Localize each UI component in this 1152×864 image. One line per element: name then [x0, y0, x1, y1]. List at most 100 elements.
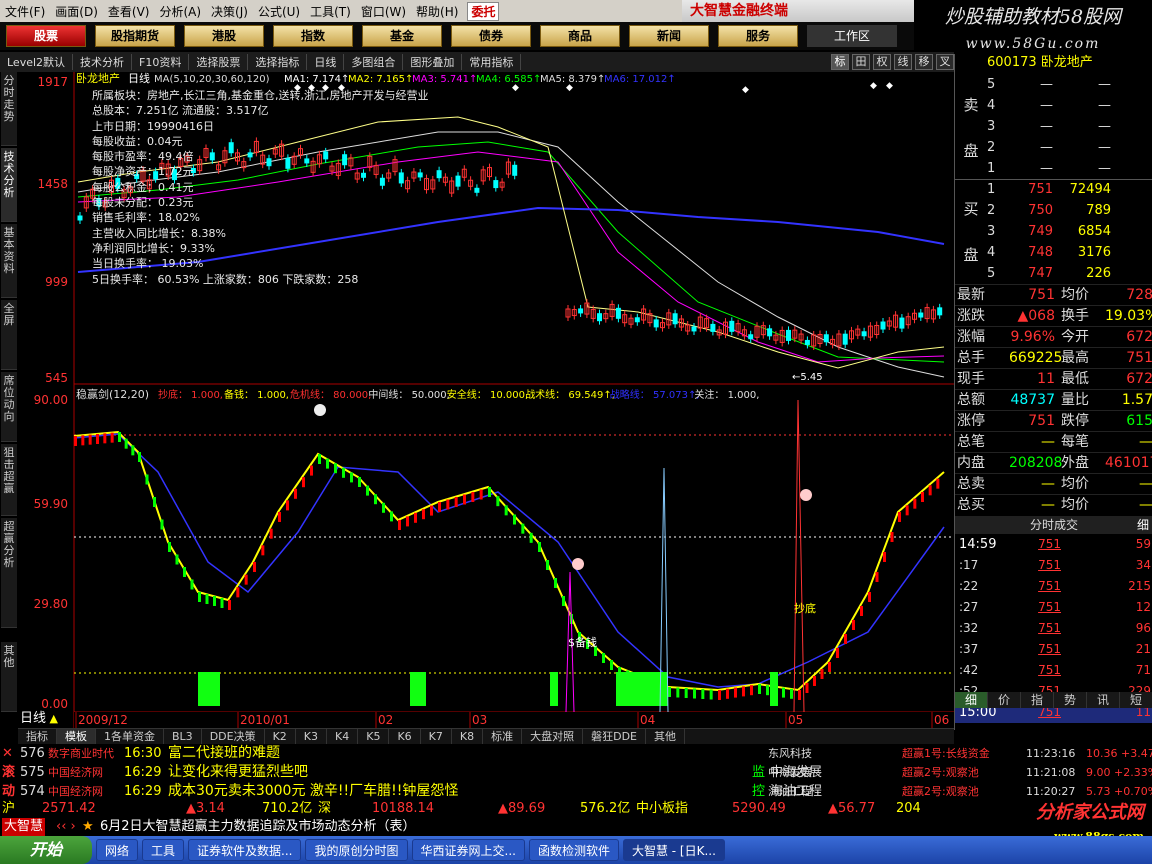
taskbar-item-3[interactable]: 我的原创分时图 [305, 839, 408, 861]
menu-item-5[interactable]: 公式(U) [253, 3, 305, 20]
indicator-tab-2[interactable]: 1各单资金 [96, 729, 164, 744]
menu-item-2[interactable]: 查看(V) [103, 3, 155, 20]
start-button[interactable]: 开始 [0, 836, 92, 864]
nav-button-6[interactable]: 商品 [540, 25, 620, 47]
indicator-tab-7[interactable]: K4 [327, 729, 359, 744]
left-tab-0[interactable]: 分时走势 [1, 72, 17, 146]
left-tab-5[interactable]: 狙击超赢 [1, 444, 17, 516]
toolbar-icon-5[interactable]: 叉 [936, 54, 954, 70]
toolbar-item-8[interactable]: 常用指标 [462, 54, 522, 70]
toolbar-item-4[interactable]: 选择指标 [248, 54, 308, 70]
menu-item-0[interactable]: 文件(F) [0, 3, 50, 20]
tick-header[interactable]: 分时成交 细 [955, 516, 1152, 534]
nav-button-2[interactable]: 港股 [184, 25, 264, 47]
indicator-tab-12[interactable]: 标准 [483, 729, 523, 744]
toolbar-item-3[interactable]: 选择股票 [189, 54, 249, 70]
tick-detail-button[interactable]: 细 [1137, 516, 1149, 534]
nav-button-5[interactable]: 债券 [451, 25, 531, 47]
sell-row[interactable]: 5 — — [955, 74, 1152, 95]
taskbar-item-0[interactable]: 网络 [96, 839, 139, 861]
nav-button-8[interactable]: 服务 [718, 25, 798, 47]
taskbar-item-4[interactable]: 华西证券网上交... [411, 839, 525, 861]
nav-arrows-icon[interactable]: ‹‹ › [56, 818, 76, 836]
toolbar-icon-3[interactable]: 线 [894, 54, 912, 70]
indicator-tab-9[interactable]: K6 [389, 729, 421, 744]
taskbar-item-6[interactable]: 大智慧 - [日K... [622, 839, 725, 861]
buy-row[interactable]: 1 751 72494 [955, 179, 1152, 200]
quote-tab-2[interactable]: 指 [1021, 692, 1054, 708]
indicator-tab-14[interactable]: 磐狂DDE [583, 729, 646, 744]
toolbar-item-1[interactable]: 技术分析 [73, 54, 133, 70]
stat-label: 总手 [957, 350, 985, 366]
sell-row[interactable]: 2 — — [955, 137, 1152, 158]
nav-button-4[interactable]: 基金 [362, 25, 442, 47]
nav-button-1[interactable]: 股指期货 [95, 25, 175, 47]
indicator-tab-3[interactable]: BL3 [164, 729, 202, 744]
tactical-bar [168, 542, 171, 552]
indicator-tab-8[interactable]: K5 [358, 729, 390, 744]
left-tab-7[interactable]: 其他 [1, 642, 17, 712]
indicator-tab-1[interactable]: 模板 [57, 729, 96, 744]
period-tag[interactable]: 日线 ▲ [20, 711, 70, 727]
indicator-tab-4[interactable]: DDE决策 [202, 729, 265, 744]
menu-item-7[interactable]: 窗口(W) [356, 3, 411, 20]
quote-tab-4[interactable]: 讯 [1087, 692, 1120, 708]
alert-row[interactable]: 海油工程 超赢2号:观察池 11:20:27 5.73 +0.70% [768, 782, 1152, 801]
nav-button-3[interactable]: 指数 [273, 25, 353, 47]
indicator-tab-6[interactable]: K3 [296, 729, 328, 744]
toolbar-item-2[interactable]: F10资料 [132, 54, 190, 70]
tick-row: 14:59 751 59 [955, 534, 1152, 555]
buy-row[interactable]: 3 749 6854 [955, 221, 1152, 242]
left-tab-4[interactable]: 席位动向 [1, 372, 17, 442]
taskbar-item-1[interactable]: 工具 [142, 839, 185, 861]
toolbar-item-7[interactable]: 图形叠加 [403, 54, 463, 70]
toolbar-icon-1[interactable]: 田 [852, 54, 870, 70]
quote-tab-0[interactable]: 细 [955, 692, 988, 708]
toolbar-item-6[interactable]: 多图组合 [344, 54, 404, 70]
toolbar-icon-0[interactable]: 标 [831, 54, 849, 70]
sell-row[interactable]: 3 — — [955, 116, 1152, 137]
left-tab-3[interactable]: 全屏 [1, 300, 17, 370]
menu-item-3[interactable]: 分析(A) [154, 3, 206, 20]
indicator-tab-13[interactable]: 大盘对照 [522, 729, 584, 744]
buy-volume: 3176 [1077, 245, 1111, 260]
indicator-tab-11[interactable]: K8 [452, 729, 484, 744]
stat-value: ▲068 [1017, 308, 1056, 324]
quote-tab-3[interactable]: 势 [1054, 692, 1087, 708]
indicator-tab-0[interactable]: 指标 [18, 729, 57, 744]
toolbar-item-5[interactable]: 日线 [307, 54, 345, 70]
quote-tab-1[interactable]: 价 [988, 692, 1021, 708]
tactical-bar [183, 567, 186, 577]
buy-row[interactable]: 2 750 789 [955, 200, 1152, 221]
toolbar-icon-2[interactable]: 权 [873, 54, 891, 70]
menu-item-1[interactable]: 画面(D) [50, 3, 103, 20]
buy-row[interactable]: 4 748 3176 [955, 242, 1152, 263]
alert-row[interactable]: 东风科技 超赢1号:长线资金 11:23:16 10.36 +3.47% [768, 744, 1152, 763]
indicator-tab-15[interactable]: 其他 [646, 729, 685, 744]
alert-row[interactable]: 中海发展 超赢2号:观察池 11:21:08 9.00 +2.33% [768, 763, 1152, 782]
left-tab-6[interactable]: 超赢分析 [1, 518, 17, 628]
menu-item-8[interactable]: 帮助(H) [411, 3, 463, 20]
nav-button-0[interactable]: 股票 [6, 25, 86, 47]
indicator-tab-10[interactable]: K7 [421, 729, 452, 744]
menu-item-4[interactable]: 决策(J) [206, 3, 253, 20]
indicator-tab-5[interactable]: K2 [265, 729, 296, 744]
left-tab-2[interactable]: 基本资料 [1, 224, 17, 298]
tick-volume: 59 [1135, 537, 1151, 551]
trust-button[interactable]: 委托 [467, 1, 500, 21]
indicator-value-1: 备钱： 1.000, [224, 388, 289, 401]
toolbar-icon-4[interactable]: 移 [915, 54, 933, 70]
workspace-button[interactable]: 工作区 [807, 25, 897, 47]
left-tab-1[interactable]: 技术分析 [1, 148, 17, 222]
scroll-text[interactable]: 6月2日大智慧超赢主力数据追踪及市场动态分析（表） [100, 818, 416, 836]
sell-row[interactable]: 4 — — [955, 95, 1152, 116]
nav-button-7[interactable]: 新闻 [629, 25, 709, 47]
taskbar-item-2[interactable]: 证券软件及数据... [188, 839, 302, 861]
stat-value: — [1041, 497, 1055, 513]
menu-item-6[interactable]: 工具(T) [305, 3, 356, 20]
sell-row[interactable]: 1 — — [955, 158, 1152, 179]
taskbar-item-5[interactable]: 函数检测软件 [528, 839, 619, 861]
quote-tab-5[interactable]: 短 [1120, 692, 1152, 708]
buy-row[interactable]: 5 747 226 [955, 263, 1152, 284]
toolbar-item-0[interactable]: Level2默认 [0, 54, 74, 70]
